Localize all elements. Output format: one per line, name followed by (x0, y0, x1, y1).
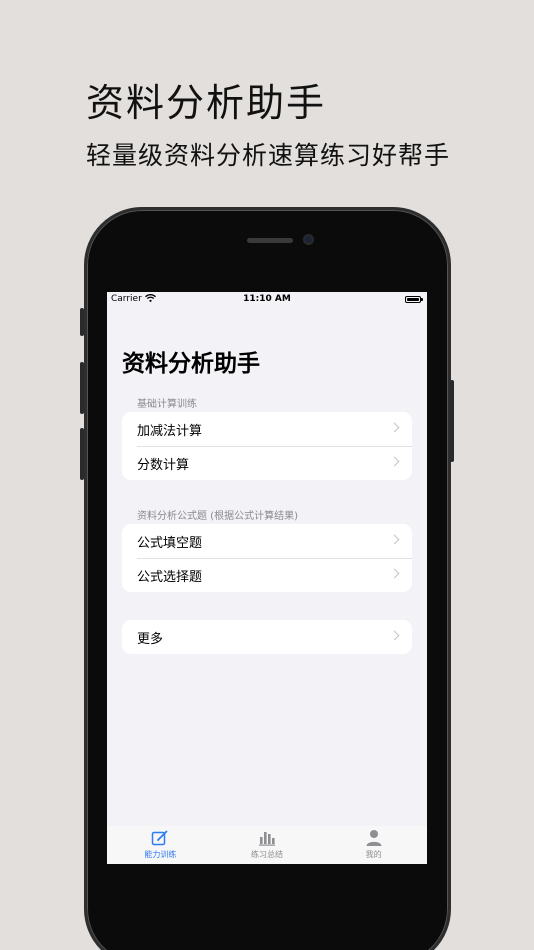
list-item-label: 分数计算 (137, 457, 190, 473)
tab-label: 练习总结 (251, 850, 283, 859)
chevron-right-icon (389, 630, 400, 641)
list-item-label: 公式选择题 (137, 569, 203, 585)
section-header-basic: 基础计算训练 (137, 399, 197, 410)
status-bar: Carrier 11:10 AM (107, 292, 427, 308)
mute-switch (80, 308, 84, 336)
person-icon (366, 830, 382, 846)
tab-bar: 能力训练 练习总结 我的 (107, 826, 427, 864)
tab-label: 能力训练 (144, 850, 177, 859)
chevron-right-icon (389, 534, 400, 545)
list-item-more[interactable]: 更多 (122, 620, 412, 654)
list-item-label: 加减法计算 (137, 423, 203, 439)
tab-summary[interactable]: 练习总结 (214, 826, 321, 864)
tab-training[interactable]: 能力训练 (107, 826, 214, 864)
list-item-addition[interactable]: 加减法计算 (122, 412, 412, 446)
volume-down-button (80, 428, 84, 480)
promo-subtitle: 轻量级资料分析速算练习好帮手 (86, 141, 451, 170)
group-more: 更多 (122, 620, 412, 654)
list-item-formula-fill[interactable]: 公式填空题 (122, 524, 412, 558)
app-screen: Carrier 11:10 AM 资料分析助手 基础计算训练 加减法计算 分数计… (107, 292, 427, 864)
power-button (450, 380, 454, 462)
chevron-right-icon (389, 568, 400, 579)
tab-label: 我的 (365, 850, 382, 859)
status-time: 11:10 AM (243, 294, 291, 304)
list-item-fraction[interactable]: 分数计算 (122, 446, 412, 480)
battery-icon (405, 296, 423, 303)
bar-chart-icon (259, 832, 275, 846)
group-basic: 加减法计算 分数计算 (122, 412, 412, 480)
list-item-label: 公式填空题 (137, 535, 203, 551)
chevron-right-icon (389, 422, 400, 433)
list-item-formula-choice[interactable]: 公式选择题 (122, 558, 412, 592)
page-title: 资料分析助手 (122, 351, 260, 377)
promo-title: 资料分析助手 (86, 81, 327, 125)
chevron-right-icon (389, 456, 400, 467)
front-camera (303, 234, 314, 245)
tab-profile[interactable]: 我的 (320, 826, 427, 864)
volume-up-button (80, 362, 84, 414)
group-formula: 公式填空题 公式选择题 (122, 524, 412, 592)
list-item-label: 更多 (137, 631, 164, 647)
section-header-formula: 资料分析公式题 (根据公式计算结果) (137, 511, 298, 522)
edit-icon (152, 830, 168, 846)
speaker-grille (247, 238, 293, 243)
